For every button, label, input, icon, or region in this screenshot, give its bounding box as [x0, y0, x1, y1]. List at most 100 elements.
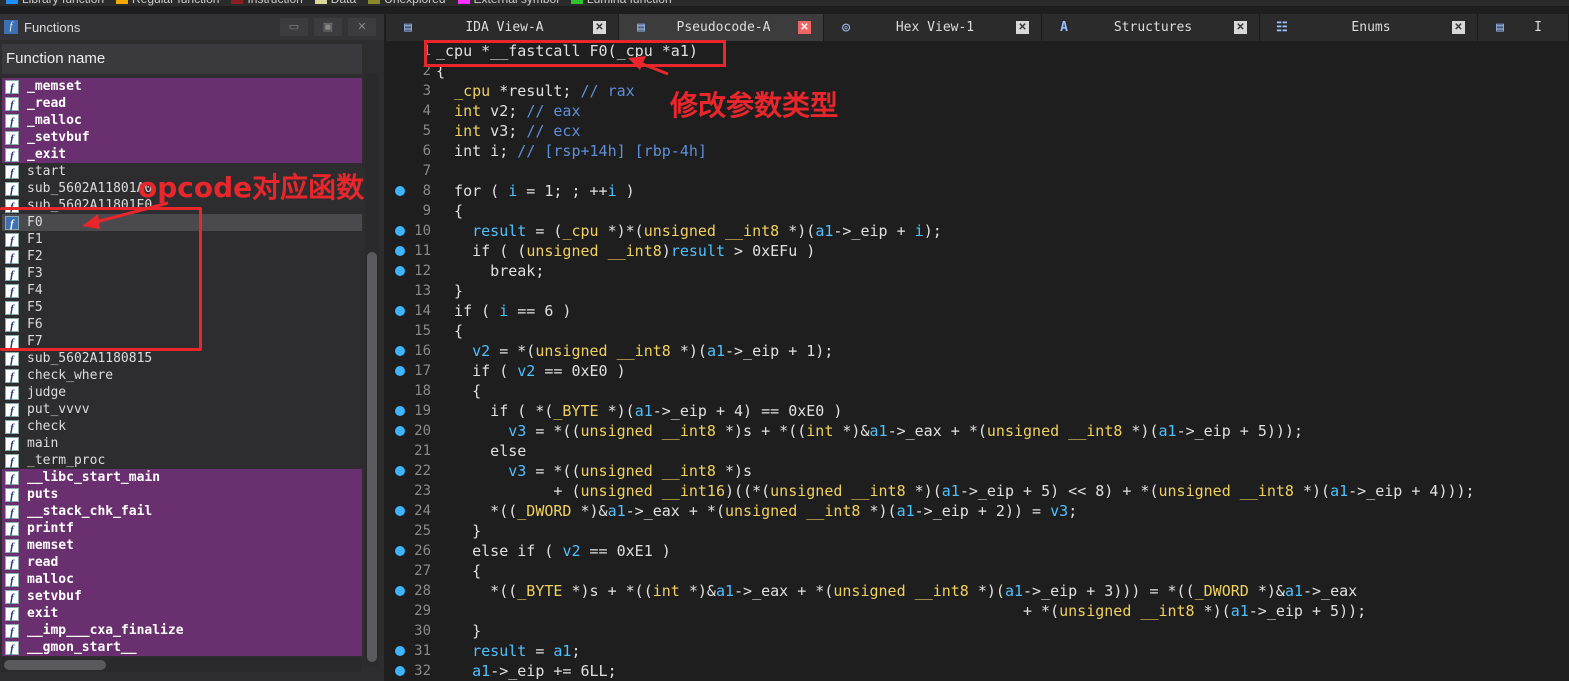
close-icon[interactable]: ✕ — [348, 18, 376, 36]
function-row[interactable]: f printf — [2, 520, 362, 537]
code-line[interactable]: 18 { — [386, 381, 1569, 401]
tab-close-icon[interactable]: ✕ — [1452, 21, 1465, 34]
breakpoint-dot[interactable] — [395, 666, 405, 676]
tab-close-icon[interactable]: ✕ — [593, 21, 606, 34]
structures-icon: A — [1060, 20, 1068, 35]
code-line[interactable]: 24 *((_DWORD *)&a1->_eax + *(unsigned __… — [386, 501, 1569, 521]
function-row[interactable]: f __imp___cxa_finalize — [2, 622, 362, 639]
function-row[interactable]: f _read — [2, 95, 362, 112]
function-row[interactable]: f malloc — [2, 571, 362, 588]
line-number: 18 — [414, 383, 431, 399]
function-name: malloc — [27, 572, 74, 587]
legend-bar: Library function Regular function Instruct… — [0, 0, 1569, 6]
vertical-scrollbar[interactable] — [365, 74, 379, 666]
code-line[interactable]: 3 _cpu *result; // rax — [386, 81, 1569, 101]
breakpoint-dot[interactable] — [395, 546, 405, 556]
function-row[interactable]: f put_vvvv — [2, 401, 362, 418]
code-line[interactable]: 28 *((_BYTE *)s + *((int *)&a1->_eax + *… — [386, 581, 1569, 601]
function-row[interactable]: f read — [2, 554, 362, 571]
function-row[interactable]: f __gmon_start__ — [2, 639, 362, 656]
tab-structures[interactable]: A Structures ✕ — [1042, 14, 1260, 41]
function-row[interactable]: f exit — [2, 605, 362, 622]
scrollbar-thumb[interactable] — [4, 660, 106, 670]
code-line[interactable]: 29 + *(unsigned __int8 *)(a1->_eip + 5))… — [386, 601, 1569, 621]
code-line[interactable]: 7 — [386, 161, 1569, 181]
code-line[interactable]: 27 { — [386, 561, 1569, 581]
tab-i[interactable]: ▤ I — [1478, 14, 1569, 41]
float-icon[interactable]: ▣ — [314, 18, 342, 36]
function-row[interactable]: f _term_proc — [2, 452, 362, 469]
function-row[interactable]: f sub_5602A1180815 — [2, 350, 362, 367]
code-line[interactable]: 22 v3 = *((unsigned __int8 *)s — [386, 461, 1569, 481]
code-line[interactable]: 10 result = (_cpu *)*(unsigned __int8 *)… — [386, 221, 1569, 241]
code-line[interactable]: 32 a1->_eip += 6LL; — [386, 661, 1569, 681]
code-line[interactable]: 4 int v2; // eax — [386, 101, 1569, 121]
code-line[interactable]: 30 } — [386, 621, 1569, 641]
breakpoint-dot[interactable] — [395, 226, 405, 236]
breakpoint-dot[interactable] — [395, 426, 405, 436]
code-line[interactable]: 25 } — [386, 521, 1569, 541]
function-icon: f — [5, 96, 19, 111]
code-text: if ( *(_BYTE *)(a1->_eip + 4) == 0xE0 ) — [436, 402, 843, 420]
pseudocode-view[interactable]: 1 _cpu *__fastcall F0(_cpu *a1) 2{3 _cpu *… — [386, 41, 1569, 681]
function-row[interactable]: f _setvbuf — [2, 129, 362, 146]
function-row[interactable]: f setvbuf — [2, 588, 362, 605]
restore-icon[interactable]: ▭ — [280, 18, 308, 36]
tab-pseudocode-a[interactable]: ▤ Pseudocode-A ✕ — [619, 14, 824, 41]
function-row[interactable]: f memset — [2, 537, 362, 554]
function-row[interactable]: f _exit — [2, 146, 362, 163]
code-line[interactable]: 9 { — [386, 201, 1569, 221]
function-row[interactable]: f check_where — [2, 367, 362, 384]
code-line[interactable]: 21 else — [386, 441, 1569, 461]
function-icon: f — [5, 572, 19, 587]
breakpoint-dot[interactable] — [395, 366, 405, 376]
breakpoint-dot[interactable] — [395, 246, 405, 256]
code-line[interactable]: 17 if ( v2 == 0xE0 ) — [386, 361, 1569, 381]
code-line[interactable]: 11 if ( (unsigned __int8)result > 0xEFu … — [386, 241, 1569, 261]
breakpoint-dot[interactable] — [395, 586, 405, 596]
tab-enums[interactable]: ☷ Enums ✕ — [1260, 14, 1478, 41]
function-row[interactable]: f __stack_chk_fail — [2, 503, 362, 520]
line-number: 32 — [414, 663, 431, 679]
code-line[interactable]: 26 else if ( v2 == 0xE1 ) — [386, 541, 1569, 561]
breakpoint-dot[interactable] — [395, 466, 405, 476]
function-row[interactable]: f __libc_start_main — [2, 469, 362, 486]
code-line[interactable]: 12 break; — [386, 261, 1569, 281]
tab-ida-view-a[interactable]: ▤ IDA View-A ✕ — [386, 14, 619, 41]
code-line[interactable]: 31 result = a1; — [386, 641, 1569, 661]
line-number: 12 — [414, 263, 431, 279]
breakpoint-dot[interactable] — [395, 346, 405, 356]
tab-close-icon[interactable]: ✕ — [798, 21, 811, 34]
column-header-function-name[interactable]: Function name — [2, 44, 362, 74]
breakpoint-dot[interactable] — [395, 506, 405, 516]
tab-close-icon[interactable]: ✕ — [1016, 21, 1029, 34]
line-number: 6 — [422, 143, 431, 159]
code-line[interactable]: 19 if ( *(_BYTE *)(a1->_eip + 4) == 0xE0… — [386, 401, 1569, 421]
tab-close-icon[interactable]: ✕ — [1234, 21, 1247, 34]
code-line[interactable]: 20 v3 = *((unsigned __int8 *)s + *((int … — [386, 421, 1569, 441]
function-row[interactable]: f _memset — [2, 78, 362, 95]
function-name: _read — [27, 96, 67, 111]
breakpoint-dot[interactable] — [395, 306, 405, 316]
breakpoint-dot[interactable] — [395, 406, 405, 416]
scrollbar-thumb[interactable] — [367, 252, 377, 662]
code-line[interactable]: 13 } — [386, 281, 1569, 301]
function-row[interactable]: f main — [2, 435, 362, 452]
function-row[interactable]: f puts — [2, 486, 362, 503]
breakpoint-dot[interactable] — [395, 186, 405, 196]
breakpoint-dot[interactable] — [395, 266, 405, 276]
tab-hex-view-1[interactable]: ◎ Hex View-1 ✕ — [824, 14, 1042, 41]
function-row[interactable]: f check — [2, 418, 362, 435]
legend-item: Instruction — [231, 0, 303, 6]
horizontal-scrollbar[interactable] — [2, 658, 362, 672]
code-line[interactable]: 8 for ( i = 1; ; ++i ) — [386, 181, 1569, 201]
function-row[interactable]: f _malloc — [2, 112, 362, 129]
code-line[interactable]: 6 int i; // [rsp+14h] [rbp-4h] — [386, 141, 1569, 161]
code-line[interactable]: 15 { — [386, 321, 1569, 341]
code-line[interactable]: 14 if ( i == 6 ) — [386, 301, 1569, 321]
code-line[interactable]: 16 v2 = *(unsigned __int8 *)(a1->_eip + … — [386, 341, 1569, 361]
code-line[interactable]: 23 + (unsigned __int16)((*(unsigned __in… — [386, 481, 1569, 501]
breakpoint-dot[interactable] — [395, 646, 405, 656]
function-row[interactable]: f judge — [2, 384, 362, 401]
code-line[interactable]: 5 int v3; // ecx — [386, 121, 1569, 141]
